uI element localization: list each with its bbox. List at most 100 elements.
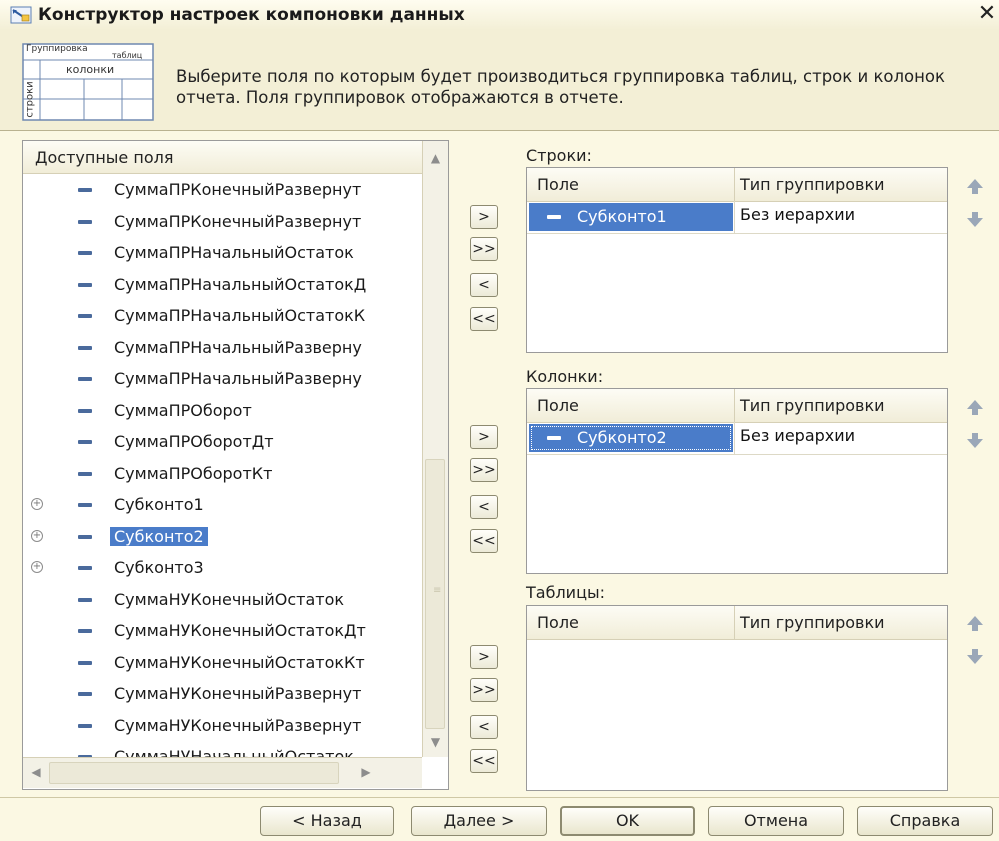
icon-label-columns: колонки bbox=[66, 63, 115, 76]
field-dash-icon bbox=[78, 629, 92, 633]
field-dash-icon bbox=[78, 283, 92, 287]
list-item[interactable]: СуммаПРНачальныйОстатокД bbox=[23, 269, 422, 301]
columns-field-value: Субконто2 bbox=[577, 428, 667, 447]
scroll-right-arrow-icon[interactable]: ▶ bbox=[359, 765, 373, 781]
list-item-label: СуммаНУКонечныйРазвернут bbox=[114, 716, 362, 735]
field-dash-icon bbox=[78, 724, 92, 728]
arrow-down-icon[interactable] bbox=[963, 207, 987, 231]
columns-grid-row[interactable]: Субконто2 Без иерархии bbox=[527, 422, 947, 455]
rows-field-value: Субконто1 bbox=[577, 207, 667, 226]
field-dash-icon bbox=[78, 598, 92, 602]
expand-icon[interactable]: + bbox=[31, 498, 43, 510]
next-button[interactable]: Далее > bbox=[411, 806, 547, 836]
rows-grid-header: Поле Тип группировки bbox=[527, 168, 947, 202]
list-item[interactable]: СуммаПРКонечныйРазвернут bbox=[23, 174, 422, 206]
field-dash-icon bbox=[78, 314, 92, 318]
back-button[interactable]: < Назад bbox=[260, 806, 394, 836]
scroll-down-arrow-icon[interactable]: ▼ bbox=[427, 735, 444, 749]
tables-col-field: Поле bbox=[537, 613, 579, 632]
arrow-down-icon[interactable] bbox=[963, 428, 987, 452]
list-item[interactable]: + Субконто2 bbox=[23, 521, 422, 553]
columns-field-cell[interactable]: Субконто2 bbox=[529, 424, 733, 452]
remove-all-from-rows-button[interactable]: << bbox=[470, 307, 498, 331]
remove-all-from-tables-button[interactable]: << bbox=[470, 749, 498, 773]
rows-section-label: Строки: bbox=[526, 146, 592, 165]
add-all-to-tables-button[interactable]: >> bbox=[470, 678, 498, 702]
arrow-up-icon[interactable] bbox=[963, 612, 987, 636]
list-item-label: СуммаНУНачальныйОстаток bbox=[114, 747, 354, 757]
expand-icon[interactable]: + bbox=[31, 530, 43, 542]
arrow-down-icon[interactable] bbox=[963, 644, 987, 668]
tables-section-label: Таблицы: bbox=[526, 583, 605, 602]
list-item[interactable]: + Субконто1 bbox=[23, 489, 422, 521]
scroll-up-arrow-icon[interactable]: ▲ bbox=[427, 151, 444, 165]
list-item[interactable]: СуммаНУНачальныйОстаток bbox=[23, 741, 422, 757]
icon-label-rows: строки bbox=[24, 81, 36, 118]
columns-type-cell[interactable]: Без иерархии bbox=[740, 426, 855, 445]
rows-grid[interactable]: Поле Тип группировки Субконто1 Без иерар… bbox=[526, 167, 948, 353]
list-item[interactable]: СуммаПРОборотКт bbox=[23, 458, 422, 490]
list-item[interactable]: + Субконто3 bbox=[23, 552, 422, 584]
field-dash-icon bbox=[78, 566, 92, 570]
list-item[interactable]: СуммаПРНачальныйОстатокК bbox=[23, 300, 422, 332]
add-all-to-rows-button[interactable]: >> bbox=[470, 237, 498, 261]
rows-type-cell[interactable]: Без иерархии bbox=[740, 205, 855, 224]
list-item-label: СуммаПРНачальныйОстатокК bbox=[114, 306, 366, 325]
rows-field-cell[interactable]: Субконто1 bbox=[529, 203, 733, 231]
rows-grid-row[interactable]: Субконто1 Без иерархии bbox=[527, 201, 947, 234]
window-title: Конструктор настроек компоновки данных bbox=[38, 5, 465, 25]
field-dash-icon bbox=[78, 188, 92, 192]
available-fields-list[interactable]: Доступные поля СуммаПРКонечныйРазвернут С… bbox=[22, 140, 449, 790]
list-item[interactable]: СуммаНУКонечныйОстатокКт bbox=[23, 647, 422, 679]
field-dash-icon bbox=[78, 535, 92, 539]
list-item-label: СуммаНУКонечныйОстаток bbox=[114, 590, 345, 609]
list-item[interactable]: СуммаПРКонечныйРазвернут bbox=[23, 206, 422, 238]
list-item[interactable]: СуммаПРОборот bbox=[23, 395, 422, 427]
list-item[interactable]: СуммаПРНачальныйРазверну bbox=[23, 332, 422, 364]
list-item-label: СуммаПРНачальныйРазверну bbox=[114, 369, 362, 388]
columns-grid[interactable]: Поле Тип группировки Субконто2 Без иерар… bbox=[526, 388, 948, 574]
add-to-tables-button[interactable]: > bbox=[470, 645, 498, 669]
remove-all-from-columns-button[interactable]: << bbox=[470, 529, 498, 553]
list-item-label: СуммаПРОборотКт bbox=[114, 464, 273, 483]
list-item[interactable]: СуммаПРНачальныйРазверну bbox=[23, 363, 422, 395]
add-to-columns-button[interactable]: > bbox=[470, 425, 498, 449]
rows-col-field: Поле bbox=[537, 175, 579, 194]
tables-grid-header: Поле Тип группировки bbox=[527, 606, 947, 640]
vertical-scrollbar[interactable]: ▲ ≡ ▼ bbox=[422, 141, 448, 757]
help-button[interactable]: Справка bbox=[857, 806, 993, 836]
list-item-label: Субконто2 bbox=[110, 527, 208, 546]
expand-icon[interactable]: + bbox=[31, 561, 43, 573]
horizontal-scrollbar[interactable]: ◀ ▶ bbox=[23, 757, 422, 788]
arrow-up-icon[interactable] bbox=[963, 396, 987, 420]
vertical-scroll-thumb[interactable]: ≡ bbox=[425, 459, 445, 729]
scroll-left-arrow-icon[interactable]: ◀ bbox=[29, 765, 43, 781]
list-item[interactable]: СуммаПРОборотДт bbox=[23, 426, 422, 458]
arrow-up-icon[interactable] bbox=[963, 175, 987, 199]
list-item-label: СуммаПРНачальныйОстатокД bbox=[114, 275, 367, 294]
remove-from-columns-button[interactable]: < bbox=[470, 495, 498, 519]
horizontal-scroll-thumb[interactable] bbox=[49, 762, 339, 784]
add-to-rows-button[interactable]: > bbox=[470, 205, 498, 229]
field-dash-icon bbox=[78, 472, 92, 476]
list-item[interactable]: СуммаНУКонечныйРазвернут bbox=[23, 710, 422, 742]
list-item-label: Субконто3 bbox=[114, 558, 204, 577]
list-item[interactable]: СуммаНУКонечныйОстатокДт bbox=[23, 615, 422, 647]
tables-col-type: Тип группировки bbox=[740, 613, 885, 632]
remove-from-tables-button[interactable]: < bbox=[470, 715, 498, 739]
ok-button[interactable]: OK bbox=[560, 806, 695, 836]
remove-from-rows-button[interactable]: < bbox=[470, 273, 498, 297]
cancel-button[interactable]: Отмена bbox=[708, 806, 844, 836]
list-item[interactable]: СуммаПРНачальныйОстаток bbox=[23, 237, 422, 269]
list-item[interactable]: СуммаНУКонечныйОстаток bbox=[23, 584, 422, 616]
field-dash-icon bbox=[78, 346, 92, 350]
columns-grid-header: Поле Тип группировки bbox=[527, 389, 947, 423]
columns-section-label: Колонки: bbox=[526, 367, 604, 386]
close-icon: ✕ bbox=[977, 1, 997, 26]
columns-col-type: Тип группировки bbox=[740, 396, 885, 415]
close-button[interactable]: ✕ bbox=[974, 1, 999, 27]
list-item[interactable]: СуммаНУКонечныйРазвернут bbox=[23, 678, 422, 710]
add-all-to-columns-button[interactable]: >> bbox=[470, 458, 498, 482]
tables-grid[interactable]: Поле Тип группировки bbox=[526, 605, 948, 791]
instructions-text: Выберите поля по которым будет производи… bbox=[176, 67, 945, 107]
